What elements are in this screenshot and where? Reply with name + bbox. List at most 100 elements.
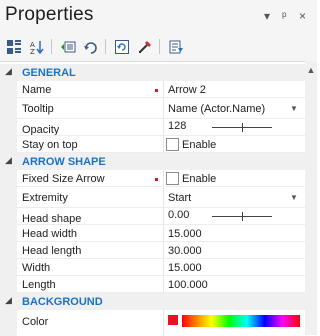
opacity-slider[interactable]: [212, 123, 272, 132]
collapse-triangle-icon[interactable]: ◢: [5, 295, 12, 306]
property-row-extremity[interactable]: Extremity Start ▼: [0, 187, 305, 208]
property-label: Name: [22, 84, 52, 96]
property-row-head-width[interactable]: Head width 15.000: [0, 225, 305, 242]
column-divider[interactable]: [163, 242, 164, 259]
property-row-width[interactable]: Width 15.000: [0, 259, 305, 276]
column-divider[interactable]: [163, 276, 164, 293]
column-divider[interactable]: [163, 136, 164, 153]
property-label: Head length: [22, 245, 82, 257]
length-value[interactable]: 100.000: [168, 279, 208, 291]
collapse-triangle-icon[interactable]: ◢: [5, 155, 12, 166]
checkbox-label: Enable: [182, 139, 217, 151]
vertical-scrollbar[interactable]: ▲: [305, 61, 317, 335]
pin-icon[interactable]: ᵖ: [282, 9, 287, 23]
column-divider[interactable]: [163, 119, 164, 136]
row-gutter: [0, 276, 17, 293]
category-arrow-shape[interactable]: ◢ ARROW SHAPE: [0, 153, 305, 170]
column-divider[interactable]: [163, 225, 164, 242]
row-gutter: [0, 310, 17, 336]
opacity-value[interactable]: 128: [168, 120, 186, 132]
head-shape-slider[interactable]: [212, 212, 272, 221]
property-row-fixed-size-arrow[interactable]: Fixed Size Arrow Enable: [0, 170, 305, 187]
category-background-section[interactable]: ◢ BACKGROUND: [0, 293, 305, 310]
row-gutter: [0, 81, 17, 98]
column-divider[interactable]: [163, 259, 164, 276]
title-bar: Properties ▾ ᵖ ×: [0, 0, 317, 34]
toolbar-separator: [105, 39, 106, 54]
property-label: Stay on top: [22, 139, 78, 151]
scroll-up-arrow-icon[interactable]: ▲: [305, 65, 317, 75]
reset-icon[interactable]: [112, 37, 132, 57]
property-grid: ◢ GENERAL Name Arrow 2 Tooltip Name (Act…: [0, 61, 305, 336]
head-shape-value[interactable]: 0.00: [168, 209, 189, 221]
column-divider[interactable]: [163, 208, 164, 225]
row-gutter: [0, 208, 17, 225]
head-width-value[interactable]: 15.000: [168, 228, 202, 240]
category-gutter: ◢: [0, 293, 17, 310]
dropdown-arrow-icon[interactable]: ▼: [290, 104, 298, 113]
property-row-tooltip[interactable]: Tooltip Name (Actor.Name) ▼: [0, 98, 305, 119]
panel-dropdown-icon[interactable]: ▾: [264, 9, 270, 23]
property-label: Length: [22, 279, 56, 291]
stay-on-top-checkbox[interactable]: [166, 138, 179, 151]
property-label: Head width: [22, 228, 78, 240]
property-label: Extremity: [22, 192, 68, 204]
width-value[interactable]: 15.000: [168, 262, 202, 274]
collapse-all-icon[interactable]: [81, 37, 101, 57]
category-label: ARROW SHAPE: [22, 156, 106, 168]
property-row-head-shape[interactable]: Head shape 0.00: [0, 208, 305, 225]
sort-alphabetical-icon[interactable]: A Z: [27, 37, 47, 57]
property-label: Tooltip: [22, 103, 54, 115]
column-divider[interactable]: [163, 98, 164, 119]
collapse-triangle-icon[interactable]: ◢: [5, 66, 12, 77]
property-row-color[interactable]: Color: [0, 310, 305, 336]
eyedropper-icon[interactable]: [135, 37, 155, 57]
row-gutter: [0, 170, 17, 187]
tooltip-value[interactable]: Name (Actor.Name): [168, 103, 265, 115]
fixed-size-arrow-checkbox[interactable]: [166, 172, 179, 185]
row-gutter: [0, 187, 17, 208]
color-spectrum-picker[interactable]: [182, 315, 300, 327]
property-label: Fixed Size Arrow: [22, 173, 105, 185]
property-row-opacity[interactable]: Opacity 128: [0, 119, 305, 136]
category-label: GENERAL: [22, 67, 76, 79]
property-label: Color: [22, 316, 49, 328]
property-row-name[interactable]: Name Arrow 2: [0, 81, 305, 98]
toolbar: A Z: [0, 34, 317, 60]
svg-text:Z: Z: [30, 48, 35, 55]
column-divider[interactable]: [163, 170, 164, 187]
property-row-stay-on-top[interactable]: Stay on top Enable: [0, 136, 305, 153]
slider-thumb[interactable]: [242, 123, 243, 132]
close-icon[interactable]: ×: [299, 9, 306, 23]
property-pages-icon[interactable]: [166, 37, 186, 57]
color-swatch[interactable]: [168, 315, 178, 325]
row-gutter: [0, 225, 17, 242]
category-general[interactable]: ◢ GENERAL: [0, 64, 305, 81]
slider-thumb[interactable]: [242, 212, 243, 221]
property-label: Width: [22, 262, 51, 274]
row-gutter: [0, 98, 17, 119]
panel-title: Properties: [5, 4, 94, 25]
column-divider[interactable]: [163, 81, 164, 98]
category-label: BACKGROUND: [22, 296, 103, 308]
category-gutter: ◢: [0, 153, 17, 170]
row-gutter: [0, 242, 17, 259]
name-value[interactable]: Arrow 2: [168, 84, 206, 96]
row-gutter: [0, 259, 17, 276]
property-row-length[interactable]: Length 100.000: [0, 276, 305, 293]
column-divider[interactable]: [163, 187, 164, 208]
column-divider[interactable]: [163, 310, 164, 336]
category-gutter: ◢: [0, 64, 17, 81]
row-gutter: [0, 119, 17, 136]
row-gutter: [0, 136, 17, 153]
property-row-head-length[interactable]: Head length 30.000: [0, 242, 305, 259]
head-length-value[interactable]: 30.000: [168, 245, 202, 257]
modified-marker: [155, 178, 158, 181]
extremity-value[interactable]: Start: [168, 192, 191, 204]
properties-panel: Properties ▾ ᵖ × A Z ◢ GENERAL Name Arro…: [0, 0, 317, 336]
modified-marker: [155, 89, 158, 92]
checkbox-label: Enable: [182, 173, 217, 185]
categorized-icon[interactable]: [4, 37, 24, 57]
expand-all-icon[interactable]: [58, 37, 78, 57]
dropdown-arrow-icon[interactable]: ▼: [290, 193, 298, 202]
